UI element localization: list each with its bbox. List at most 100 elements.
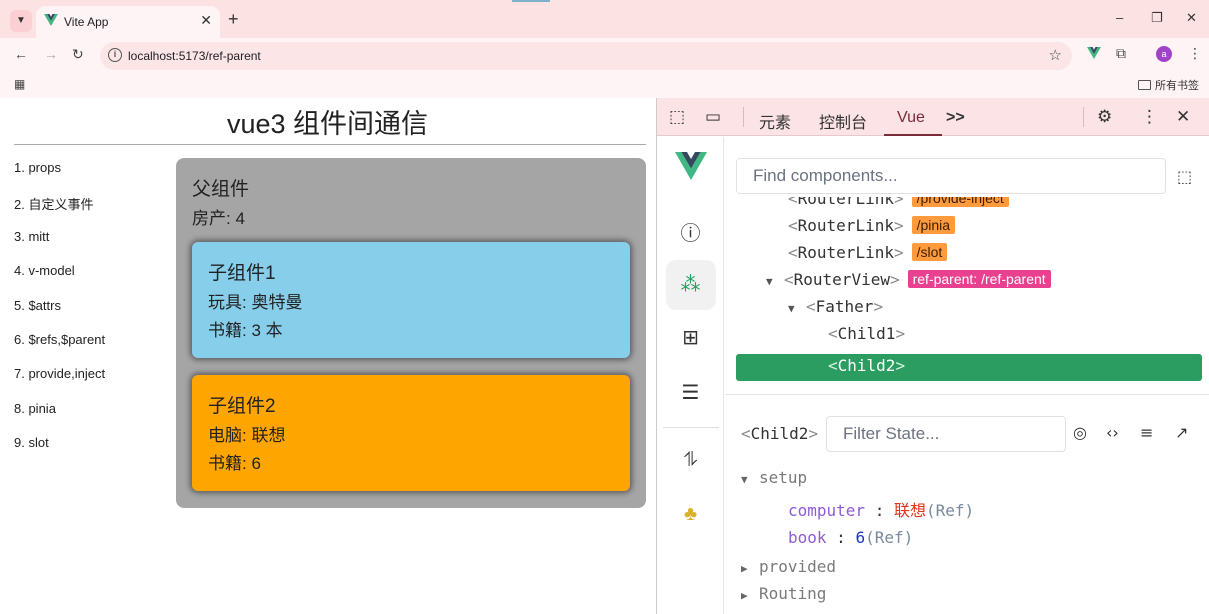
close-window-button[interactable]: ✕ — [1186, 10, 1197, 26]
father-title: 父组件 — [192, 179, 250, 200]
sidebar-divider — [663, 427, 719, 428]
open-in-editor-icon[interactable]: ↗ — [1175, 423, 1188, 442]
scroll-to-component-eye-icon[interactable]: ◎ — [1073, 423, 1087, 442]
nav-link-refs-parent[interactable]: 6. $refs,$parent — [14, 332, 105, 366]
all-bookmarks-folder[interactable]: 所有书签 — [1138, 77, 1199, 93]
new-tab-button[interactable]: + — [228, 9, 239, 30]
select-component-cursor-icon[interactable]: ⬚ — [1177, 167, 1192, 186]
tree-node-routerlink[interactable]: <RouterLink>/slot — [736, 243, 1202, 269]
browser-tab[interactable]: Vite App ✕ — [36, 6, 220, 38]
browser-menu-icon[interactable]: ⋮ — [1188, 45, 1202, 62]
vue-components-panel: Find components... ⬚ <RouterLink>/provid… — [725, 137, 1209, 614]
tree-node-child2-selected[interactable]: <Child2> — [736, 354, 1202, 381]
url-text[interactable]: localhost:5173/ref-parent — [128, 49, 261, 63]
state-group-routing[interactable]: ▶ Routing — [741, 584, 826, 603]
vue-logo-icon — [44, 14, 58, 26]
browser-toolbar: ← → ↻ i localhost:5173/ref-parent ☆ — [0, 38, 1209, 72]
nav-link-slot[interactable]: 9. slot — [14, 435, 105, 469]
more-tabs-button[interactable]: >> — [946, 109, 965, 127]
tab-close-icon[interactable]: ✕ — [200, 12, 212, 29]
timeline-icon[interactable]: ☰ — [657, 380, 724, 405]
tab-vue[interactable]: Vue — [897, 109, 925, 127]
browser-tab-strip: ▼ Vite App ✕ + – ❐ ✕ — [0, 0, 1209, 38]
nav-link-provide-inject[interactable]: 7. provide,inject — [14, 366, 105, 400]
find-components-input[interactable]: Find components... — [736, 158, 1166, 194]
tab-search-chevron-icon[interactable]: ▼ — [10, 10, 32, 32]
tree-node-child1[interactable]: <Child1> — [736, 324, 1202, 350]
more-options-icon[interactable]: ⋮ — [1141, 107, 1158, 127]
father-component: 父组件 房产: 4 子组件1 玩具: 奥特曼 书籍: 3 本 子组件2 电脑: … — [176, 158, 646, 508]
expand-triangle-icon[interactable]: ▶ — [741, 589, 759, 602]
father-house: 房产: 4 — [192, 209, 245, 228]
address-bar[interactable]: i localhost:5173/ref-parent ☆ — [100, 42, 1072, 70]
nav-link-pinia[interactable]: 8. pinia — [14, 401, 105, 435]
state-group-provided[interactable]: ▶ provided — [741, 557, 836, 576]
collapse-triangle-icon[interactable]: ▼ — [741, 473, 759, 486]
inspect-dom-icon[interactable]: ≡ — [1140, 423, 1153, 442]
tab-console[interactable]: 控制台 — [819, 109, 867, 133]
nav-link-mitt[interactable]: 3. mitt — [14, 229, 105, 263]
restore-button[interactable]: ❐ — [1151, 10, 1163, 26]
close-devtools-icon[interactable]: ✕ — [1176, 107, 1190, 127]
info-circle-icon[interactable]: ⓘ — [657, 217, 724, 246]
tree-node-routerview[interactable]: ▼ <RouterView> ref-parent: /ref-parent — [736, 270, 1202, 296]
forward-arrow-icon[interactable]: → — [44, 46, 58, 62]
reload-icon[interactable]: ↻ — [72, 46, 84, 63]
inspect-element-icon[interactable]: ⬚ — [669, 107, 685, 127]
inspected-component-name: <Child2> — [741, 424, 819, 443]
child1-title: 子组件1 — [208, 263, 276, 284]
toolbar-divider — [743, 107, 744, 127]
show-render-code-icon[interactable]: ‹› — [1106, 423, 1119, 442]
route-badge: /provide-inject — [911, 197, 1009, 207]
page-title: vue3 组件间通信 — [226, 109, 429, 139]
nav-link-attrs[interactable]: 5. $attrs — [14, 298, 105, 332]
expand-arrow-icon[interactable]: ▼ — [788, 302, 806, 315]
expand-arrow-icon[interactable]: ▼ — [766, 275, 784, 288]
child1-component: 子组件1 玩具: 奥特曼 书籍: 3 本 — [192, 242, 630, 358]
active-tab-indicator — [884, 134, 942, 136]
tab-elements[interactable]: 元素 — [759, 109, 791, 133]
child2-computer: 电脑: 联想 — [208, 426, 286, 445]
components-icon[interactable]: ⁂ — [657, 272, 724, 297]
pinia-icon[interactable]: ♣ — [657, 503, 724, 526]
toolbar-divider — [1083, 107, 1084, 127]
filter-state-input[interactable]: Filter State... — [826, 416, 1066, 452]
tree-node-routerlink[interactable]: <RouterLink>/provide-inject — [736, 197, 1202, 215]
apps-grid-icon[interactable]: ▦ — [14, 77, 25, 91]
child1-toy: 玩具: 奥特曼 — [208, 293, 303, 312]
tab-strip-indicator — [512, 0, 550, 2]
site-info-icon[interactable]: i — [108, 48, 122, 62]
nav-link-custom-event[interactable]: 2. 自定义事件 — [14, 194, 105, 228]
state-row-computer[interactable]: computer : 联想(Ref) — [788, 497, 974, 521]
component-tree: <RouterLink>/provide-inject <RouterLink>… — [736, 197, 1202, 383]
demo-nav: 1. props 2. 自定义事件 3. mitt 4. v-model 5. … — [14, 160, 105, 470]
page-content: vue3 组件间通信 1. props 2. 自定义事件 3. mitt 4. … — [0, 98, 655, 614]
back-arrow-icon[interactable]: ← — [14, 46, 28, 62]
folder-icon — [1138, 80, 1151, 90]
nav-link-v-model[interactable]: 4. v-model — [14, 263, 105, 297]
router-icon[interactable]: ⥮ — [657, 449, 724, 472]
profile-avatar[interactable]: a — [1156, 46, 1172, 62]
child2-title: 子组件2 — [208, 396, 276, 417]
tree-node-father[interactable]: ▼ <Father> — [736, 297, 1202, 323]
inspector-divider — [725, 394, 1209, 395]
bookmarks-bar: ▦ 所有书签 — [0, 72, 1209, 98]
nav-link-props[interactable]: 1. props — [14, 160, 105, 194]
route-badge: ref-parent: /ref-parent — [907, 270, 1051, 288]
tree-node-routerlink[interactable]: <RouterLink>/pinia — [736, 216, 1202, 242]
state-row-book[interactable]: book : 6(Ref) — [788, 528, 913, 547]
bookmark-star-icon[interactable]: ☆ — [1049, 46, 1062, 64]
devtools-tab-bar: ⬚ ▭ 元素 控制台 Vue >> ⚙ ⋮ ✕ — [657, 98, 1209, 136]
tab-title: Vite App — [64, 15, 109, 29]
state-group-setup[interactable]: ▼ setup — [741, 468, 807, 487]
device-toolbar-icon[interactable]: ▭ — [705, 107, 721, 127]
vue-logo-icon[interactable] — [675, 151, 707, 181]
component-tree-icon[interactable]: ⊞ — [657, 325, 724, 350]
child2-book: 书籍: 6 — [208, 454, 261, 473]
child2-component: 子组件2 电脑: 联想 书籍: 6 — [192, 375, 630, 491]
expand-triangle-icon[interactable]: ▶ — [741, 562, 759, 575]
settings-gear-icon[interactable]: ⚙ — [1097, 107, 1112, 127]
vue-devtools-extension-icon[interactable] — [1087, 46, 1101, 60]
extensions-puzzle-icon[interactable]: ⧉ — [1116, 45, 1126, 62]
minimize-button[interactable]: – — [1116, 10, 1123, 25]
